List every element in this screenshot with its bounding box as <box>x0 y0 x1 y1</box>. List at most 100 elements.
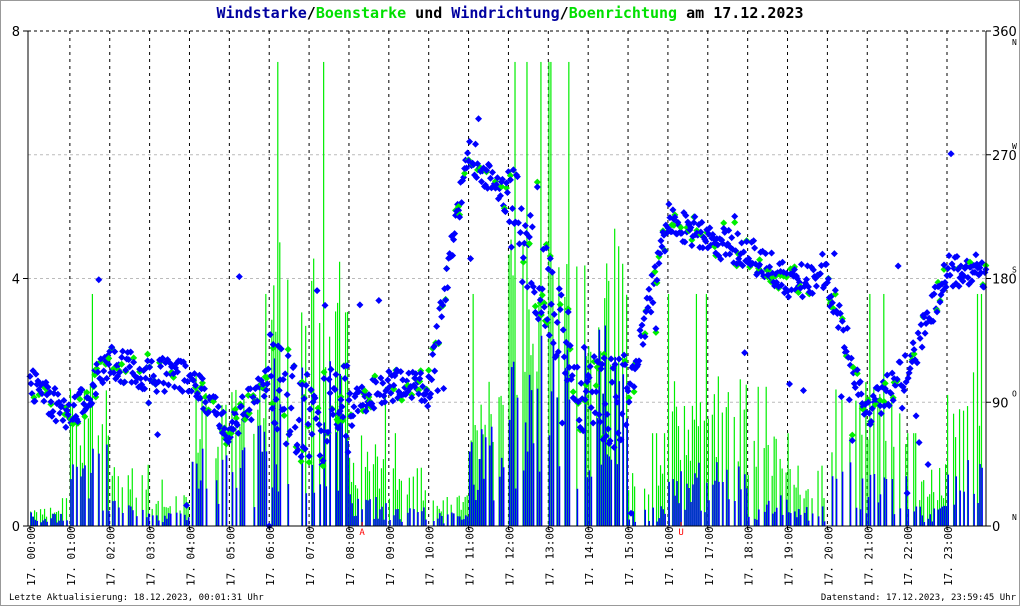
wind-bar <box>136 516 138 526</box>
wind-bar <box>797 509 800 526</box>
gust-bar <box>807 489 809 526</box>
wind-direction-point <box>936 298 944 306</box>
wind-bar <box>698 462 700 526</box>
wind-direction-point <box>741 349 749 357</box>
wind-bar <box>179 513 182 526</box>
left-tick-label: 4 <box>12 273 20 288</box>
compass-label: S <box>1012 266 1017 275</box>
wind-bar <box>811 513 814 526</box>
wind-direction-point <box>915 439 923 447</box>
wind-direction-point <box>947 150 955 158</box>
gust-direction-point <box>731 218 739 226</box>
wind-bar <box>399 519 401 526</box>
wind-bar <box>470 442 473 526</box>
wind-bar <box>775 507 778 526</box>
wind-bar <box>373 518 375 526</box>
wind-bar <box>690 501 692 526</box>
gust-bar <box>161 479 163 526</box>
gust-bar <box>683 405 686 526</box>
wind-direction-point <box>214 403 222 411</box>
wind-bar <box>157 520 160 526</box>
right-tick-label: 90 <box>992 396 1009 411</box>
wind-bar <box>349 494 351 526</box>
gust-bar <box>382 459 385 526</box>
wind-bar <box>714 480 716 526</box>
wind-bar <box>568 399 571 526</box>
wind-bar <box>407 512 409 526</box>
wind-bar <box>492 500 495 526</box>
wind-direction-point <box>145 399 153 407</box>
gust-bar <box>442 500 444 526</box>
wind-bar <box>704 512 706 526</box>
wind-direction-point <box>921 329 929 337</box>
wind-bar <box>72 464 74 526</box>
x-tick-label: 17. 19:00 <box>783 526 796 586</box>
wind-bar <box>466 516 469 526</box>
x-tick-label: 17. 18:00 <box>743 526 756 586</box>
wind-bar <box>831 476 834 526</box>
wind-bar <box>686 483 688 526</box>
gust-bar <box>703 420 705 526</box>
wind-bar <box>688 488 690 526</box>
wind-bar <box>899 508 902 526</box>
compass-label: N <box>1012 38 1017 47</box>
wind-bar <box>622 374 625 526</box>
wind-direction-point <box>27 380 35 388</box>
wind-bar <box>36 520 38 526</box>
wind-bar <box>823 521 826 526</box>
wind-bar <box>712 484 714 526</box>
wind-bar <box>708 500 710 526</box>
wind-direction-point <box>516 228 524 236</box>
gust-bar <box>634 486 636 526</box>
compass-label: O <box>1012 389 1017 398</box>
x-tick-label: 17. 22:00 <box>902 526 915 586</box>
wind-bar <box>540 335 543 526</box>
wind-direction-point <box>375 296 383 304</box>
wind-bar <box>921 515 924 526</box>
wind-bar <box>676 481 678 526</box>
wind-bar <box>953 504 955 526</box>
gust-bar <box>398 478 400 526</box>
wind-bar <box>516 397 519 526</box>
wind-bar <box>945 506 948 526</box>
wind-bar <box>746 488 748 526</box>
wind-bar <box>357 498 359 526</box>
wind-bar <box>66 520 68 526</box>
wind-bar <box>765 504 768 526</box>
wind-bar <box>379 509 381 526</box>
wind-bar <box>498 476 501 526</box>
wind-bar <box>161 522 164 526</box>
wind-bar <box>807 520 810 526</box>
left-tick-label: 8 <box>12 25 20 40</box>
wind-bar <box>397 509 399 526</box>
wind-direction-point <box>475 115 483 123</box>
wind-bar <box>490 426 493 526</box>
wind-bar <box>514 488 517 526</box>
wind-direction-point <box>62 423 70 431</box>
right-tick-label: 270 <box>992 149 1017 164</box>
wind-bar <box>805 507 808 526</box>
wind-direction-point <box>553 318 561 326</box>
wind-direction-point <box>918 343 926 351</box>
wind-direction-point <box>348 422 356 430</box>
wind-bar <box>973 493 975 526</box>
wind-bar <box>375 497 377 526</box>
wind-direction-point <box>910 346 918 354</box>
wind-direction-point <box>433 322 441 330</box>
wind-bar <box>187 517 190 526</box>
wind-direction-point <box>912 412 920 420</box>
wind-direction-point <box>731 212 739 220</box>
wind-bar <box>205 488 208 526</box>
wind-direction-point <box>812 282 820 290</box>
x-tick-label: 17. 17:00 <box>703 526 716 586</box>
wind-bar <box>169 513 172 526</box>
gust-direction-point <box>425 366 433 374</box>
wind-bar <box>355 515 357 526</box>
wind-direction-point <box>903 489 911 497</box>
wind-bar <box>480 429 483 526</box>
gust-direction-point <box>280 412 288 420</box>
wind-bar <box>423 507 425 526</box>
wind-bar <box>981 467 983 526</box>
wind-bar <box>977 503 979 526</box>
gust-direction-point <box>320 368 328 376</box>
